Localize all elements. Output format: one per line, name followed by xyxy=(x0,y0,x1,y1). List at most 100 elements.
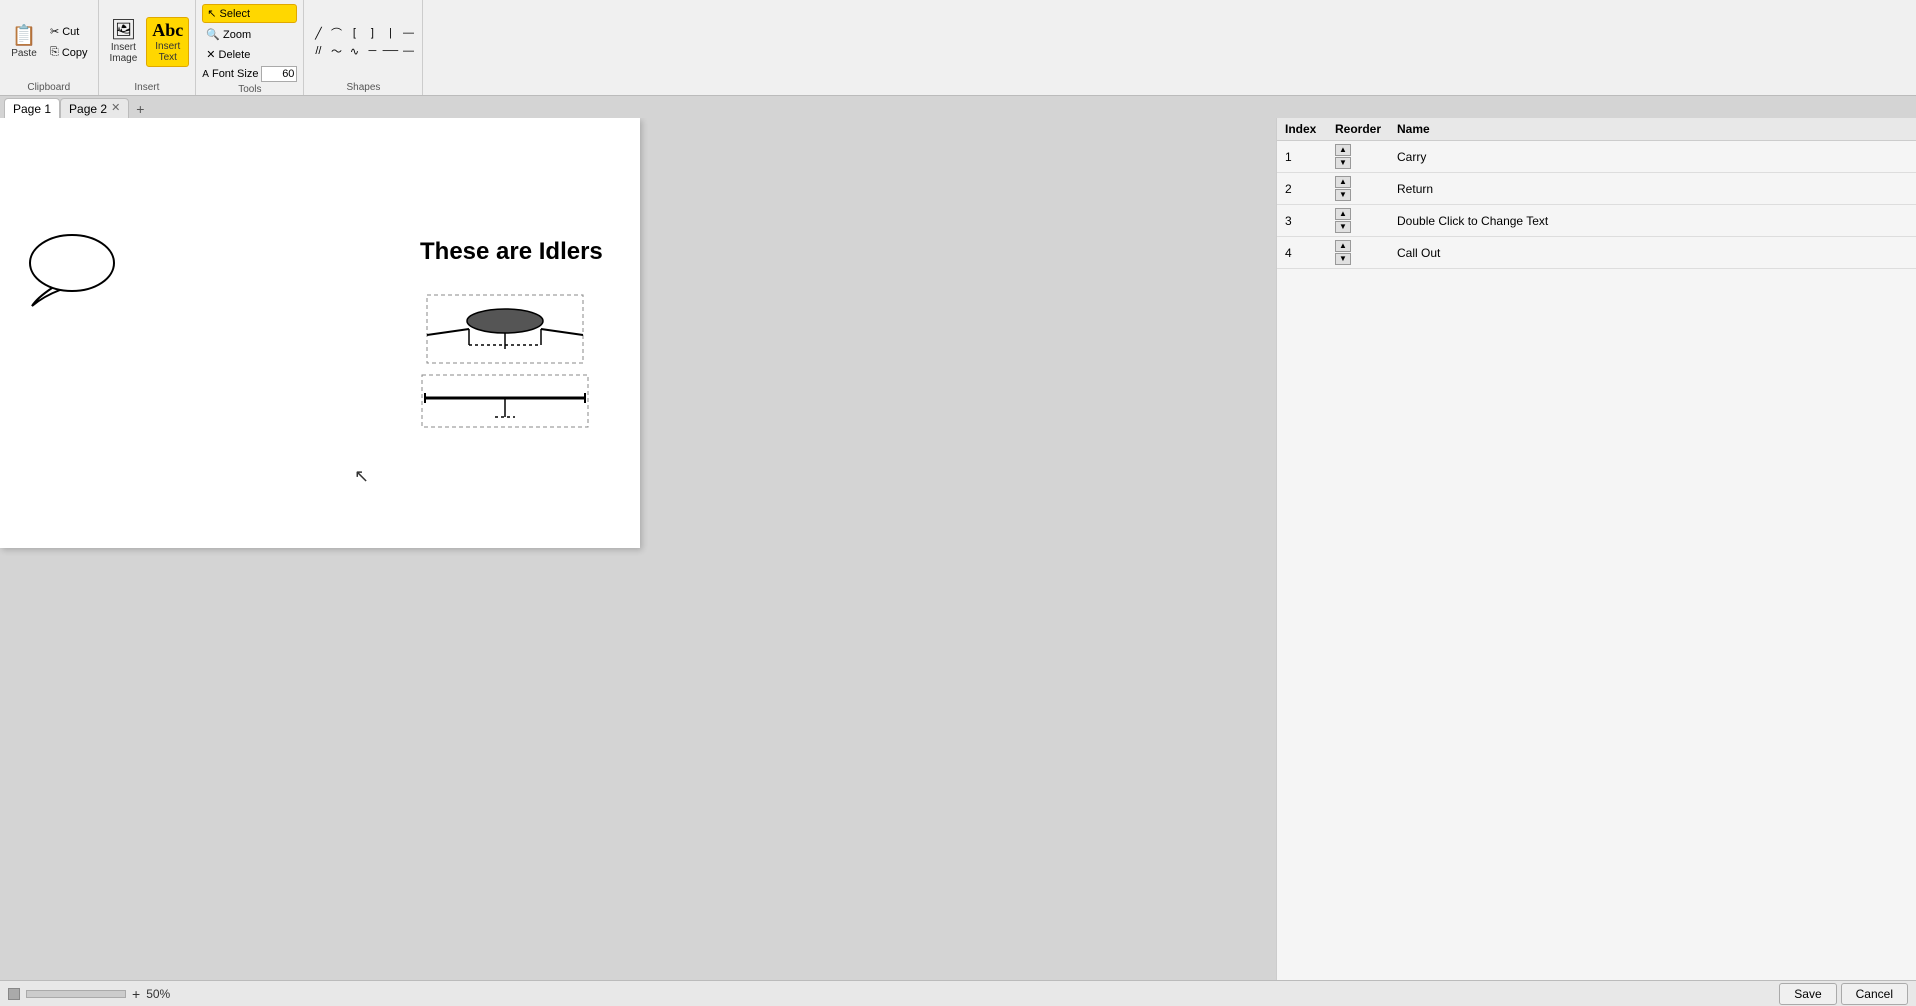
shape-angle-icon[interactable]: ╱ xyxy=(310,25,326,41)
reorder-down-button[interactable]: ▼ xyxy=(1335,189,1351,201)
row-name: Carry xyxy=(1389,141,1916,173)
zoom-plus-icon[interactable]: + xyxy=(132,986,140,1002)
insert-label: Insert xyxy=(105,80,190,93)
font-size-input[interactable] xyxy=(261,66,297,82)
select-label: Select xyxy=(220,8,251,20)
insert-text-icon: Abc xyxy=(152,21,183,39)
tabs-bar: Page 1 Page 2 ✕ + xyxy=(0,96,1916,118)
row-index: 2 xyxy=(1277,173,1327,205)
delete-button[interactable]: ✕ Delete xyxy=(202,46,297,63)
shape-line-icon[interactable]: ─ xyxy=(364,43,380,59)
tab-page2[interactable]: Page 2 ✕ xyxy=(60,98,129,118)
row-index: 3 xyxy=(1277,205,1327,237)
insert-content: 🖼 InsertImage Abc InsertText xyxy=(105,4,190,80)
idler-shape-2 xyxy=(420,373,590,436)
scroll-track[interactable] xyxy=(26,990,126,998)
tab-page1[interactable]: Page 1 xyxy=(4,98,60,118)
shapes-label: Shapes xyxy=(310,80,416,93)
shapes-grid: ╱ ⌒ [ ] | — // 〜 ∿ ─ ── ― xyxy=(310,4,416,80)
shape-long-line-icon[interactable]: ── xyxy=(382,43,398,59)
save-button[interactable]: Save xyxy=(1779,983,1836,1005)
shape-bracket-l-icon[interactable]: [ xyxy=(346,25,362,41)
select-button[interactable]: ↖ Select xyxy=(202,4,297,23)
table-row: 4 ▲ ▼ Call Out xyxy=(1277,237,1916,269)
row-index: 1 xyxy=(1277,141,1327,173)
row-name: Double Click to Change Text xyxy=(1389,205,1916,237)
row-reorder: ▲ ▼ xyxy=(1327,141,1389,173)
zoom-button[interactable]: 🔍 Zoom xyxy=(202,26,297,43)
row-reorder: ▲ ▼ xyxy=(1327,173,1389,205)
callout-shape xyxy=(22,228,122,311)
table-row: 2 ▲ ▼ Return xyxy=(1277,173,1916,205)
row-name: Return xyxy=(1389,173,1916,205)
shape-arc-icon[interactable]: ⌒ xyxy=(328,25,344,41)
clipboard-label: Clipboard xyxy=(6,80,92,93)
delete-icon: ✕ xyxy=(206,48,215,61)
shape-pipe-icon[interactable]: | xyxy=(382,25,398,41)
font-size-row: A Font Size xyxy=(202,66,297,82)
canvas-area: These are Idlers xyxy=(0,118,1276,980)
insert-image-icon: 🖼 xyxy=(111,20,136,40)
paste-button[interactable]: 📋 Paste xyxy=(6,23,42,62)
tab-page1-label: Page 1 xyxy=(13,102,51,116)
shape-dash-icon[interactable]: — xyxy=(400,25,416,41)
main-area: These are Idlers xyxy=(0,118,1916,980)
reorder-up-button[interactable]: ▲ xyxy=(1335,144,1351,156)
zoom-icon: 🔍 xyxy=(206,28,220,41)
reorder-down-button[interactable]: ▼ xyxy=(1335,157,1351,169)
canvas-title: These are Idlers xyxy=(420,238,603,266)
paste-icon: 📋 xyxy=(12,26,37,46)
row-reorder: ▲ ▼ xyxy=(1327,205,1389,237)
cancel-button[interactable]: Cancel xyxy=(1841,983,1908,1005)
cursor: ↖ xyxy=(354,466,369,487)
insert-image-button[interactable]: 🖼 InsertImage xyxy=(105,17,143,67)
cut-button[interactable]: ✂ Cut xyxy=(46,23,92,40)
insert-text-label: InsertText xyxy=(155,41,180,63)
shape-wave-icon[interactable]: 〜 xyxy=(328,43,344,59)
page-canvas: These are Idlers xyxy=(0,118,640,548)
shape-zigzag-icon[interactable]: ∿ xyxy=(346,43,362,59)
row-index: 4 xyxy=(1277,237,1327,269)
reorder-down-button[interactable]: ▼ xyxy=(1335,221,1351,233)
bottom-bar: + 50% Save Cancel xyxy=(0,980,1916,1006)
action-buttons: Save Cancel xyxy=(1779,983,1908,1005)
tools-label: Tools xyxy=(202,82,297,95)
tools-section: ↖ Select 🔍 Zoom ✕ Delete A Font Size To xyxy=(196,0,304,95)
copy-button[interactable]: ⎘ Copy xyxy=(46,44,92,61)
clipboard-content: 📋 Paste ✂ Cut ⎘ Copy xyxy=(6,4,92,80)
reorder-up-button[interactable]: ▲ xyxy=(1335,240,1351,252)
reorder-down-button[interactable]: ▼ xyxy=(1335,253,1351,265)
delete-label: Delete xyxy=(219,49,251,61)
tab-page2-close[interactable]: ✕ xyxy=(111,103,120,114)
insert-section: 🖼 InsertImage Abc InsertText Insert xyxy=(99,0,197,95)
insert-image-label: InsertImage xyxy=(110,42,138,64)
zoom-level: 50% xyxy=(146,987,170,1001)
add-tab-button[interactable]: + xyxy=(131,100,149,118)
clipboard-section: 📋 Paste ✂ Cut ⎘ Copy Clipboard xyxy=(0,0,99,95)
select-icon: ↖ xyxy=(207,7,216,20)
font-size-icon: A xyxy=(202,69,209,80)
copy-label: Copy xyxy=(62,47,88,59)
cut-label: Cut xyxy=(62,26,79,38)
reorder-up-button[interactable]: ▲ xyxy=(1335,176,1351,188)
row-reorder: ▲ ▼ xyxy=(1327,237,1389,269)
right-panel: Index Reorder Name 1 ▲ ▼ Carry 2 ▲ ▼ xyxy=(1276,118,1916,980)
insert-text-button[interactable]: Abc InsertText xyxy=(146,17,189,67)
table-row: 3 ▲ ▼ Double Click to Change Text xyxy=(1277,205,1916,237)
shape-lines-icon[interactable]: // xyxy=(310,43,326,59)
col-name: Name xyxy=(1389,118,1916,141)
scroll-thumb[interactable] xyxy=(8,988,20,1000)
row-name: Call Out xyxy=(1389,237,1916,269)
shape-bracket-r-icon[interactable]: ] xyxy=(364,25,380,41)
tab-page2-label: Page 2 xyxy=(69,102,107,116)
zoom-label: Zoom xyxy=(223,29,251,41)
shape-minus-icon[interactable]: ― xyxy=(400,43,416,59)
font-size-label: Font Size xyxy=(212,68,258,80)
reorder-up-button[interactable]: ▲ xyxy=(1335,208,1351,220)
col-reorder: Reorder xyxy=(1327,118,1389,141)
copy-icon: ⎘ xyxy=(50,46,59,59)
idler-shape-1 xyxy=(425,293,585,376)
layers-table: Index Reorder Name 1 ▲ ▼ Carry 2 ▲ ▼ xyxy=(1277,118,1916,269)
table-row: 1 ▲ ▼ Carry xyxy=(1277,141,1916,173)
col-index: Index xyxy=(1277,118,1327,141)
